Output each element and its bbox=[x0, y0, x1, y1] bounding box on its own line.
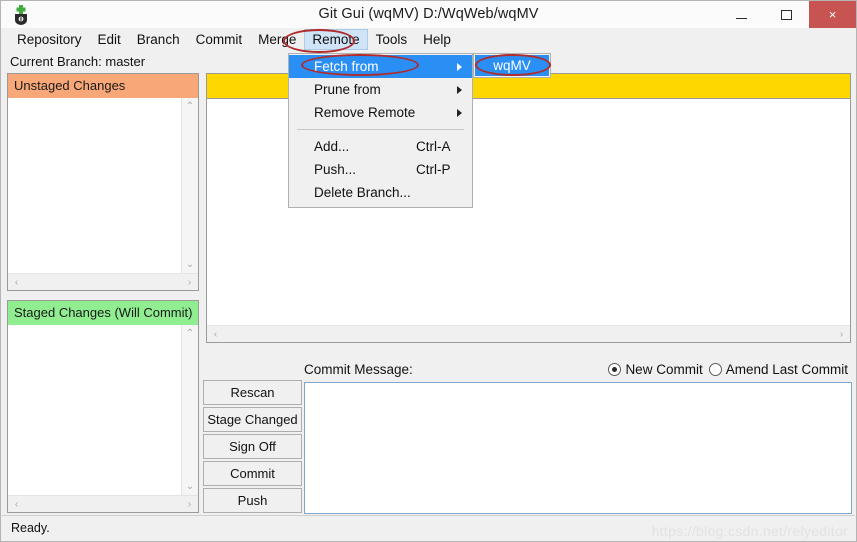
scroll-left-icon[interactable]: ‹ bbox=[207, 326, 224, 343]
sign-off-button[interactable]: Sign Off bbox=[203, 434, 302, 459]
menu-item-push[interactable]: Push... Ctrl-P bbox=[289, 158, 472, 181]
close-button[interactable]: × bbox=[809, 1, 856, 28]
changes-column: Unstaged Changes ⌃ ⌄ ‹ › Staged Changes … bbox=[7, 73, 199, 513]
scroll-left-icon[interactable]: ‹ bbox=[8, 274, 25, 291]
menu-item-delete-branch[interactable]: Delete Branch... bbox=[289, 181, 472, 204]
scroll-right-icon[interactable]: › bbox=[181, 274, 198, 291]
submenu-item-wqmv[interactable]: wqMV bbox=[475, 55, 549, 76]
menu-item-fetch-from-label: Fetch from bbox=[314, 59, 379, 74]
unstaged-horizontal-scrollbar[interactable]: ‹ › bbox=[8, 273, 198, 290]
menu-remote[interactable]: Remote bbox=[304, 28, 368, 50]
menu-edit[interactable]: Edit bbox=[90, 29, 129, 50]
menu-commit[interactable]: Commit bbox=[188, 29, 251, 50]
radio-amend-icon[interactable] bbox=[708, 363, 722, 376]
fetch-from-submenu: wqMV bbox=[473, 53, 551, 78]
staged-changes-list[interactable]: ⌃ ⌄ bbox=[8, 325, 198, 495]
menu-bar: Repository Edit Branch Commit Merge Remo… bbox=[1, 28, 856, 51]
menu-item-prune-from-label: Prune from bbox=[314, 82, 381, 97]
remote-dropdown-menu: Fetch from Prune from Remove Remote Add.… bbox=[288, 53, 473, 208]
new-commit-option[interactable]: New Commit bbox=[608, 362, 703, 377]
rescan-button[interactable]: Rescan bbox=[203, 380, 302, 405]
menu-item-add-accel: Ctrl-A bbox=[416, 139, 451, 154]
menu-item-push-accel: Ctrl-P bbox=[416, 162, 451, 177]
menu-item-fetch-from[interactable]: Fetch from bbox=[289, 55, 472, 78]
menu-branch[interactable]: Branch bbox=[129, 29, 188, 50]
diff-horizontal-scrollbar[interactable]: ‹ › bbox=[207, 325, 850, 342]
submenu-arrow-icon bbox=[457, 108, 462, 117]
unstaged-vertical-scrollbar[interactable]: ⌃ ⌄ bbox=[181, 98, 198, 273]
staged-changes-panel: Staged Changes (Will Commit) ⌃ ⌄ ‹ › bbox=[7, 300, 199, 513]
menu-merge[interactable]: Merge bbox=[250, 29, 304, 50]
scroll-down-icon[interactable]: ⌄ bbox=[182, 478, 199, 495]
menu-separator bbox=[297, 129, 464, 130]
scroll-right-icon[interactable]: › bbox=[833, 326, 850, 343]
stage-changed-button[interactable]: Stage Changed bbox=[203, 407, 302, 432]
status-bar: Ready. bbox=[2, 515, 855, 540]
menu-item-prune-from[interactable]: Prune from bbox=[289, 78, 472, 101]
menu-item-remove-remote-label: Remove Remote bbox=[314, 105, 416, 120]
scroll-down-icon[interactable]: ⌄ bbox=[182, 256, 199, 273]
menu-repository[interactable]: Repository bbox=[9, 29, 90, 50]
menu-item-remove-remote[interactable]: Remove Remote bbox=[289, 101, 472, 124]
git-gui-icon bbox=[10, 4, 32, 25]
menu-item-add[interactable]: Add... Ctrl-A bbox=[289, 135, 472, 158]
scroll-right-icon[interactable]: › bbox=[181, 496, 198, 513]
staged-changes-header: Staged Changes (Will Commit) bbox=[8, 301, 198, 325]
staged-vertical-scrollbar[interactable]: ⌃ ⌄ bbox=[181, 325, 198, 495]
menu-help[interactable]: Help bbox=[415, 29, 459, 50]
commit-mode-radios: New Commit Amend Last Commit bbox=[608, 362, 848, 377]
amend-last-commit-label: Amend Last Commit bbox=[725, 362, 848, 377]
scroll-up-icon[interactable]: ⌃ bbox=[182, 325, 199, 342]
new-commit-label: New Commit bbox=[625, 362, 703, 377]
unstaged-changes-header: Unstaged Changes bbox=[8, 74, 198, 98]
submenu-arrow-icon bbox=[457, 62, 462, 71]
title-bar: Git Gui (wqMV) D:/WqWeb/wqMV × bbox=[1, 1, 856, 28]
staged-horizontal-scrollbar[interactable]: ‹ › bbox=[8, 495, 198, 512]
scroll-up-icon[interactable]: ⌃ bbox=[182, 98, 199, 115]
commit-message-label: Commit Message: bbox=[304, 362, 413, 377]
unstaged-changes-panel: Unstaged Changes ⌃ ⌄ ‹ › bbox=[7, 73, 199, 291]
amend-last-commit-option[interactable]: Amend Last Commit bbox=[708, 362, 848, 377]
menu-tools[interactable]: Tools bbox=[368, 29, 416, 50]
maximize-button[interactable] bbox=[764, 1, 809, 28]
menu-item-delete-branch-label: Delete Branch... bbox=[314, 185, 411, 200]
window-controls: × bbox=[719, 1, 856, 28]
menu-item-push-label: Push... bbox=[314, 162, 357, 177]
submenu-arrow-icon bbox=[457, 85, 462, 94]
radio-new-commit-icon[interactable] bbox=[608, 363, 622, 376]
push-button[interactable]: Push bbox=[203, 488, 302, 513]
commit-button[interactable]: Commit bbox=[203, 461, 302, 486]
menu-item-add-label: Add... bbox=[314, 139, 350, 154]
commit-message-text[interactable] bbox=[305, 383, 851, 513]
scroll-left-icon[interactable]: ‹ bbox=[8, 496, 25, 513]
unstaged-changes-list[interactable]: ⌃ ⌄ bbox=[8, 98, 198, 273]
git-gui-window: Git Gui (wqMV) D:/WqWeb/wqMV × Repositor… bbox=[0, 0, 857, 542]
action-buttons: Rescan Stage Changed Sign Off Commit Pus… bbox=[203, 380, 302, 515]
commit-message-input[interactable] bbox=[304, 382, 852, 514]
minimize-button[interactable] bbox=[719, 1, 764, 28]
